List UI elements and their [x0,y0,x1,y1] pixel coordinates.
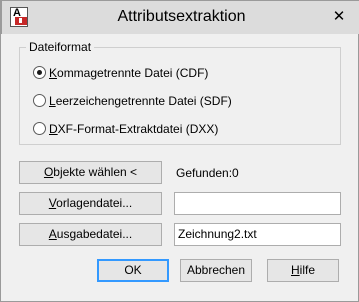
close-icon[interactable]: ✕ [326,7,352,27]
gefunden-label: Gefunden: [176,166,233,180]
radio-selected-dot [37,70,42,75]
radio-cdf-indicator[interactable] [33,66,46,79]
ok-button[interactable]: OK [97,259,169,282]
radio-dxx-label: DXF-Format-Extraktdatei (DXX) [49,122,219,136]
ausgabedatei-button[interactable]: Ausgabedatei... [19,223,162,246]
gefunden-count: 0 [232,166,239,180]
radio-cdf-label: Kommagetrennte Datei (CDF) [49,66,209,80]
radio-sdf[interactable]: Leerzeichengetrennte Datei (SDF) [33,93,333,109]
vorlagendatei-button[interactable]: Vorlagendatei... [19,192,162,215]
radio-sdf-label: Leerzeichengetrennte Datei (SDF) [49,94,232,108]
window-title: Attributsextraktion [117,8,246,25]
dialog-window: A Attributsextraktion ✕ Dateiformat Komm… [0,0,359,302]
title-bar: A Attributsextraktion ✕ [1,0,359,34]
abbrechen-button[interactable]: Abbrechen [180,259,252,282]
radio-dxx-indicator[interactable] [33,122,46,135]
objekte-waehlen-button[interactable]: Objekte wählen < [19,161,162,184]
radio-sdf-indicator[interactable] [33,94,46,107]
radio-dxx[interactable]: DXF-Format-Extraktdatei (DXX) [33,121,333,137]
dateiformat-group-label: Dateiformat [26,40,95,54]
radio-cdf[interactable]: Kommagetrennte Datei (CDF) [33,65,333,81]
ausgabedatei-field[interactable]: Zeichnung2.txt [174,223,341,246]
vorlagendatei-field[interactable] [174,192,341,215]
hilfe-button[interactable]: Hilfe [267,259,339,282]
